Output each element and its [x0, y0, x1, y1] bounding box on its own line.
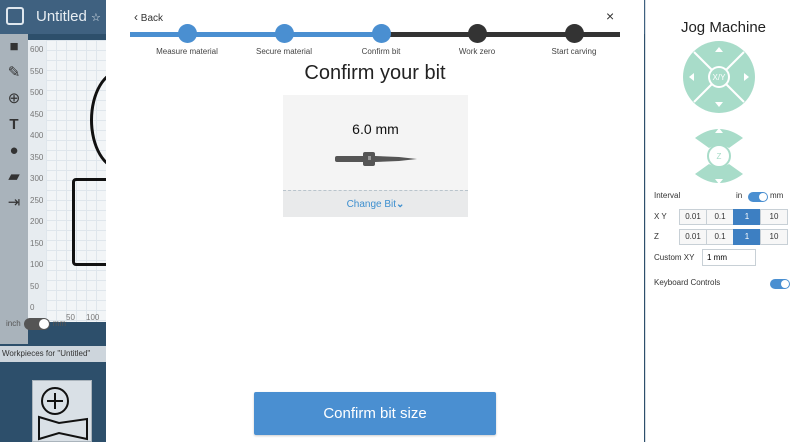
ruler-tick-label: 100: [30, 260, 44, 269]
pen-icon[interactable]: ✎: [0, 60, 28, 86]
units-switch[interactable]: [23, 318, 50, 330]
ruler-tick-label: 450: [30, 109, 44, 119]
keyboard-controls-toggle[interactable]: [770, 279, 790, 289]
bit-size-value: 6.0 mm: [352, 121, 399, 137]
step-dot-4: [468, 24, 487, 43]
ruler-tick-label: 400: [30, 131, 44, 140]
chevron-down-icon: ⌄: [396, 199, 405, 210]
ruler-tick-label: 0: [30, 303, 35, 312]
ruler-tick-label: 250: [30, 195, 44, 205]
z-increment-button[interactable]: 0.1: [706, 229, 734, 245]
step-label-5: Start carving: [551, 47, 597, 56]
xy-increment-button[interactable]: 0.1: [706, 209, 734, 225]
step-label-3: Confirm bit: [361, 47, 401, 56]
progress-stepper: Measure material Secure material Confirm b…: [130, 20, 620, 60]
ruler-tick-label: 350: [30, 152, 44, 162]
bit-card: 6.0 mm Change Bit⌄: [283, 95, 468, 217]
jog-machine-panel: Jog Machine X/Y Z Interval in mm X Y 0.0…: [645, 0, 800, 442]
step-dot-5: [565, 24, 584, 43]
ruler-tick-label: 600: [30, 45, 44, 54]
xy-increment-button[interactable]: 1: [733, 209, 761, 225]
ruler-tick-label: 50: [30, 281, 39, 291]
xy-increment-button[interactable]: 0.01: [679, 209, 707, 225]
carve-wizard-modal: ‹ Back × Measure material Secure material…: [106, 0, 644, 442]
ruler-tick-label: 300: [30, 174, 44, 183]
ruler-tick-label: 500: [30, 88, 44, 97]
step-label-1: Measure material: [156, 47, 218, 56]
app-root: Untitled ☆ ■ ✎ ⊕ T ● ▰ ⇥ 600 550 500 450 400…: [0, 0, 800, 442]
router-bit-icon: [335, 152, 417, 166]
import-icon[interactable]: ⇥: [0, 190, 28, 216]
interval-unit-toggle[interactable]: [748, 192, 768, 202]
step-label-4: Work zero: [458, 47, 496, 56]
target-icon[interactable]: ⊕: [0, 86, 28, 112]
stepper-line-complete: [130, 32, 381, 37]
interval-row: Interval in mm: [654, 191, 784, 202]
z-increment-button[interactable]: 10: [760, 229, 788, 245]
z-increment-button[interactable]: 1: [733, 229, 761, 245]
step-label-2: Secure material: [255, 47, 313, 56]
xy-jog-control[interactable]: X/Y: [683, 41, 755, 113]
ruler-tick-label: 100: [86, 313, 100, 322]
custom-xy-row: Custom XY: [654, 249, 794, 267]
shapes-icon[interactable]: ■: [0, 34, 28, 60]
z-increment-button[interactable]: 0.01: [679, 229, 707, 245]
xy-increment-row: X Y 0.01 0.1 1 10: [654, 209, 794, 225]
ruler-tick-label: 200: [30, 217, 44, 226]
z-increment-row: Z 0.01 0.1 1 10: [654, 229, 794, 245]
app-logo-icon: [6, 7, 24, 25]
left-toolbar: ■ ✎ ⊕ T ● ▰ ⇥: [0, 34, 28, 344]
stepper-line-pending: [381, 32, 620, 37]
custom-xy-input[interactable]: [702, 249, 756, 266]
box-icon[interactable]: ▰: [0, 164, 28, 190]
step-dot-2: [275, 24, 294, 43]
ruler-tick-label: 50: [66, 313, 75, 322]
modal-heading: Confirm your bit: [304, 62, 446, 84]
units-toggle[interactable]: inch mm: [6, 318, 66, 330]
change-bit-button[interactable]: Change Bit⌄: [283, 190, 468, 217]
z-jog-control[interactable]: Z: [695, 124, 743, 188]
confirm-bit-size-button[interactable]: Confirm bit size: [254, 392, 496, 435]
z-label: Z: [717, 152, 722, 161]
step-dot-1: [178, 24, 197, 43]
workpieces-label: Workpieces for "Untitled": [0, 346, 110, 362]
project-title[interactable]: Untitled ☆: [36, 8, 101, 25]
ruler-tick-label: 550: [30, 66, 44, 76]
step-dot-3: [372, 24, 391, 43]
workpiece-thumbnail[interactable]: [32, 380, 92, 442]
ruler-tick-label: 150: [30, 238, 44, 248]
keyboard-controls-row: Keyboard Controls: [654, 278, 794, 290]
jog-title: Jog Machine: [680, 19, 767, 36]
text-icon[interactable]: T: [0, 112, 28, 138]
xy-increment-button[interactable]: 10: [760, 209, 788, 225]
apple-icon[interactable]: ●: [0, 138, 28, 164]
xy-label: X/Y: [713, 73, 727, 82]
